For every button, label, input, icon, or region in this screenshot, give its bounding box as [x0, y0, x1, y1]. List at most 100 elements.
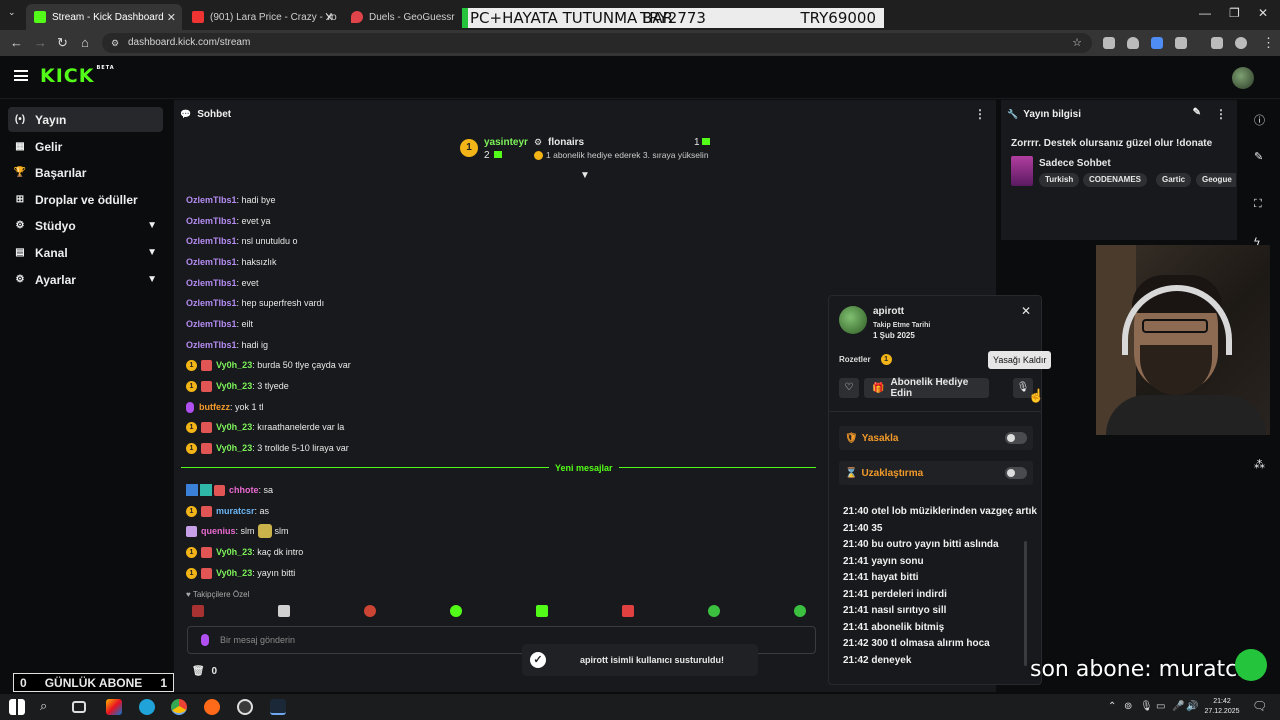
history-scrollbar[interactable]: [1024, 541, 1027, 666]
volume-icon[interactable]: 🔊: [1186, 701, 1198, 712]
shield-extension-icon[interactable]: [1127, 37, 1139, 49]
stream-category[interactable]: Sadece Sohbet: [1039, 158, 1111, 169]
task-view-icon[interactable]: [72, 701, 86, 713]
tag-pill[interactable]: Geogue: [1196, 173, 1236, 187]
chat-message[interactable]: chhote: sa: [186, 483, 273, 497]
tag-pill[interactable]: Gartic: [1156, 173, 1192, 187]
firefox-icon[interactable]: [204, 699, 220, 715]
user-card-username[interactable]: apirott: [873, 306, 904, 317]
chevron-up-icon[interactable]: ⌃: [1108, 701, 1116, 712]
chat-message[interactable]: 1 Vy0h_23: kaç dk intro: [186, 545, 303, 559]
emote-icon[interactable]: [192, 605, 204, 617]
emote-icon[interactable]: [708, 605, 720, 617]
site-info-icon[interactable]: ⚙: [111, 33, 119, 53]
more-options-icon[interactable]: ⋮: [1215, 107, 1227, 121]
tag-pill[interactable]: Turkish: [1039, 173, 1080, 187]
sidebar-item-revenue[interactable]: ▦ Gelir: [8, 134, 163, 159]
settings-cluster-icon[interactable]: ⁂: [1254, 458, 1265, 471]
tab-geoguessr[interactable]: Duels - GeoGuessr: [343, 4, 459, 30]
restore-icon[interactable]: ❐: [1229, 6, 1240, 20]
back-icon[interactable]: ←: [10, 35, 23, 50]
tab-kick-dashboard[interactable]: Stream - Kick Dashboard ✕: [26, 4, 182, 30]
url-field[interactable]: ⚙ dashboard.kick.com/stream ☆: [102, 33, 1092, 53]
notification-icon[interactable]: 🗨: [1252, 699, 1267, 713]
puzzle-icon[interactable]: [1175, 37, 1187, 49]
mic-tray-icon[interactable]: 🎤: [1172, 701, 1184, 712]
reload-icon[interactable]: ↻: [57, 35, 68, 51]
expand-chevron-icon[interactable]: ▼: [580, 170, 590, 181]
forward-icon[interactable]: →: [34, 35, 47, 50]
timeout-toggle-row[interactable]: ⌛ Uzaklaştırma: [839, 461, 1033, 485]
edge-icon[interactable]: [139, 699, 155, 715]
window-close-icon[interactable]: ✕: [1258, 6, 1268, 20]
steam-icon[interactable]: [270, 699, 286, 715]
emote-icon[interactable]: [364, 605, 376, 617]
emote-icon[interactable]: [450, 605, 462, 617]
sidebar-item-stream[interactable]: (•) Yayın: [8, 107, 163, 132]
extension-icon[interactable]: [1103, 37, 1115, 49]
chat-message[interactable]: OzlemTlbs1: haksızlık: [186, 255, 277, 269]
emote-icon[interactable]: [794, 605, 806, 617]
chrome-icon[interactable]: [171, 699, 187, 715]
chat-message[interactable]: 1 Vy0h_23: 3 tlyede: [186, 379, 289, 393]
tab-youtube[interactable]: (901) Lara Price - Crazy - Yo ✕: [184, 4, 340, 30]
taskbar-clock[interactable]: 21:42 27.12.2025: [1200, 697, 1244, 717]
chat-message[interactable]: OzlemTlbs1: hadi bye: [186, 193, 276, 207]
mic-icon[interactable]: [201, 634, 209, 646]
sidebar-item-studio[interactable]: ⚙ Stüdyo ▼: [8, 213, 163, 238]
sidebar-item-drops[interactable]: ⊞ Droplar ve ödüller: [8, 187, 163, 212]
close-icon[interactable]: ✕: [1021, 304, 1031, 318]
chat-message[interactable]: butfezz: yok 1 tl: [186, 400, 264, 414]
avatar[interactable]: [1232, 67, 1254, 89]
minimize-icon[interactable]: —: [1199, 6, 1211, 20]
network-icon[interactable]: ▭: [1156, 701, 1165, 712]
audio-extension-icon[interactable]: [1151, 37, 1163, 49]
chat-message[interactable]: 1 Vy0h_23: kıraathanelerde var la: [186, 420, 344, 434]
info-icon[interactable]: ⓘ: [1254, 112, 1265, 128]
follow-heart-button[interactable]: ♡: [839, 378, 859, 398]
search-icon[interactable]: ⌕: [40, 698, 47, 714]
copilot-icon[interactable]: [106, 699, 122, 715]
chat-message[interactable]: quenius: slm slm: [186, 524, 289, 538]
chat-message[interactable]: OzlemTlbs1: nsl unutuldu o: [186, 234, 298, 248]
bookmark-star-icon[interactable]: ☆: [1072, 33, 1082, 53]
chat-message[interactable]: 1 Vy0h_23: yayın bitti: [186, 566, 295, 580]
sidebar-item-settings[interactable]: ⚙ Ayarlar ▼: [8, 267, 163, 292]
more-options-icon[interactable]: ⋮: [974, 107, 986, 121]
tag-pill[interactable]: CODENAMES: [1083, 173, 1148, 187]
chat-message[interactable]: OzlemTlbs1: hadi ig: [186, 338, 268, 352]
points-counter[interactable]: 🗑 0: [192, 666, 217, 677]
chat-message[interactable]: OzlemTlbs1: evet ya: [186, 214, 271, 228]
emote-icon[interactable]: [278, 605, 290, 617]
gift-sub-button[interactable]: 🎁 Abonelik Hediye Edin: [864, 377, 989, 399]
menu-kebab-icon[interactable]: ⋮: [1262, 35, 1275, 51]
kick-logo[interactable]: KICK BETA: [40, 65, 115, 87]
media-icon[interactable]: [1211, 37, 1223, 49]
edit-pencil-icon[interactable]: ✎: [1254, 150, 1263, 163]
chat-message[interactable]: 1 Vy0h_23: 3 trollde 5-10 liraya var: [186, 441, 349, 455]
chat-message[interactable]: OzlemTlbs1: eilt: [186, 317, 253, 331]
ban-toggle[interactable]: [1005, 432, 1027, 444]
hamburger-menu-icon[interactable]: [14, 70, 28, 81]
emote-icon[interactable]: [622, 605, 634, 617]
close-icon[interactable]: ✕: [325, 11, 334, 24]
microphone-icon[interactable]: 🎙: [1140, 701, 1153, 712]
chat-message[interactable]: OzlemTlbs1: hep superfresh vardı: [186, 296, 324, 310]
home-icon[interactable]: ⌂: [81, 35, 89, 50]
profile-icon[interactable]: [1235, 37, 1247, 49]
tab-list-icon[interactable]: ⌄: [8, 7, 16, 18]
chat-message[interactable]: 1 muratcsr: as: [186, 504, 269, 518]
close-icon[interactable]: ✕: [167, 11, 176, 24]
emote-icon[interactable]: [536, 605, 548, 617]
chat-message[interactable]: 1 Vy0h_23: burda 50 tlye çayda var: [186, 358, 351, 372]
tray-app-icon[interactable]: ⊚: [1124, 701, 1132, 712]
obs-icon[interactable]: [237, 699, 253, 715]
timeout-toggle[interactable]: [1005, 467, 1027, 479]
ban-toggle-row[interactable]: 🛡 Yasakla: [839, 426, 1033, 450]
chat-message[interactable]: OzlemTlbs1: evet: [186, 276, 259, 290]
windows-start-icon[interactable]: [9, 699, 25, 715]
fullscreen-icon[interactable]: ⛶: [1254, 198, 1262, 211]
sidebar-item-achievements[interactable]: 🏆 Başarılar: [8, 160, 163, 185]
sidebar-item-channel[interactable]: ▤ Kanal ▼: [8, 240, 163, 265]
edit-pencil-icon[interactable]: ✎: [1193, 107, 1201, 118]
